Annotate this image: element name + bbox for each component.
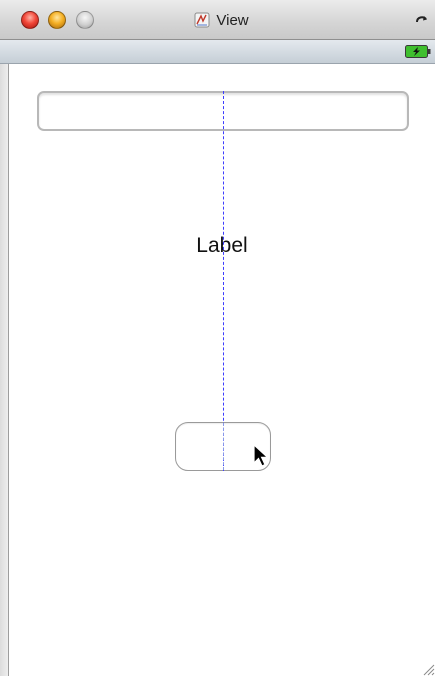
status-bar [0,40,435,64]
window-title: View [216,11,249,29]
center-alignment-guide-inner [223,423,224,470]
simulator-window: View Label [0,0,435,676]
mouse-pointer-icon [253,444,269,467]
window-title-group: View [0,0,435,40]
window-left-border [0,64,9,676]
battery-charging-icon [405,45,431,58]
app-icon [194,12,210,28]
center-alignment-guide [223,91,224,471]
title-bar[interactable]: View [0,0,435,40]
resize-grip-icon[interactable] [421,662,435,676]
rotate-device-icon[interactable] [415,13,429,27]
label: Label [196,234,248,257]
